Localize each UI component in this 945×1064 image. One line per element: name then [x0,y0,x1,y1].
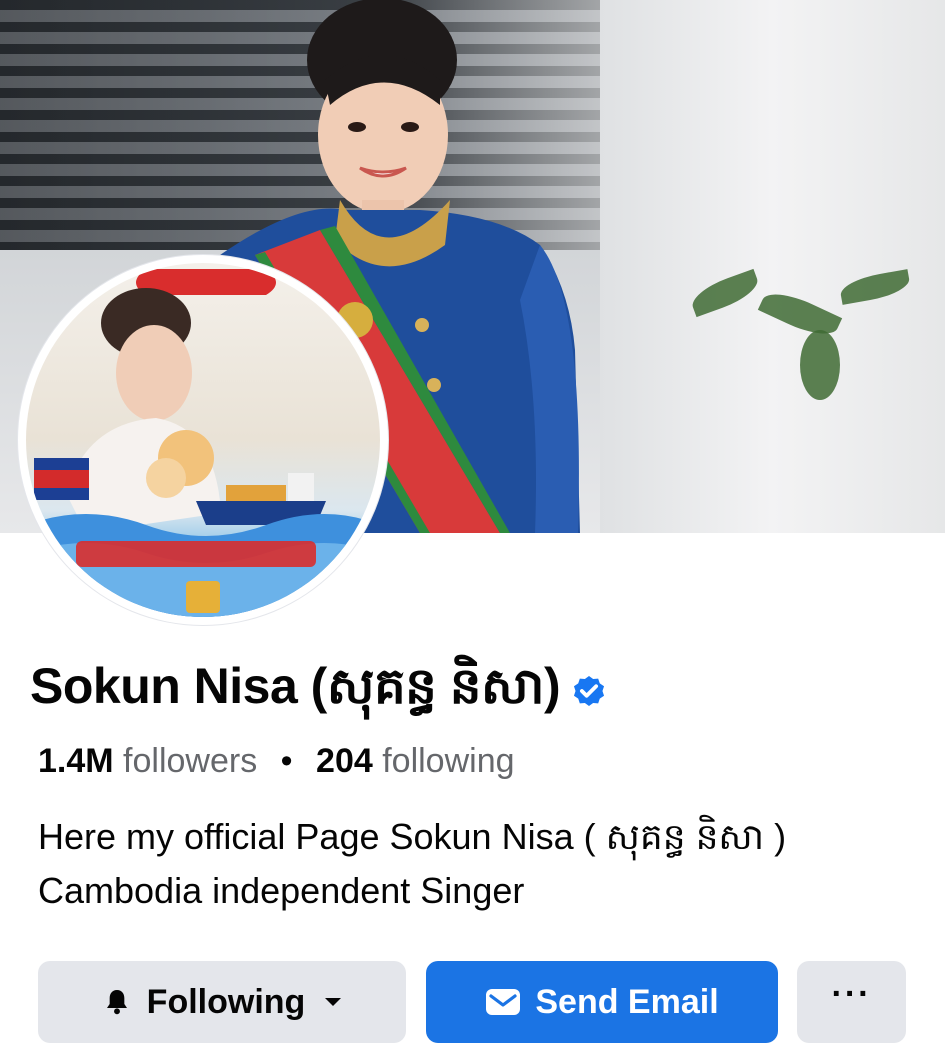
following-count[interactable]: 204 [316,742,373,780]
more-options-button[interactable]: ··· [797,961,906,1043]
following-button[interactable]: Following [38,961,406,1043]
send-email-label: Send Email [535,982,719,1021]
followers-label[interactable]: followers [123,742,257,780]
caret-down-icon [323,995,343,1009]
followers-count[interactable]: 1.4M [38,742,114,780]
profile-name-row: Sokun Nisa (សុគន្ធ និសា) [30,656,608,726]
following-label[interactable]: following [382,742,514,780]
verified-badge-icon [574,675,605,707]
stats-separator: • [280,742,293,780]
profile-avatar[interactable] [26,263,380,617]
avatar-artwork [26,269,380,617]
send-email-button[interactable]: Send Email [426,961,778,1043]
page-bio: Here my official Page Sokun Nisa ( សុគន្… [38,816,787,911]
more-dots-icon: ··· [831,975,872,1013]
follower-stats: 1.4M followers • 204 following [38,742,515,781]
mail-icon [485,987,521,1017]
page-title: Sokun Nisa (សុគន្ធ និសា) [30,657,561,714]
bell-icon [101,986,133,1018]
following-button-label: Following [146,982,306,1021]
